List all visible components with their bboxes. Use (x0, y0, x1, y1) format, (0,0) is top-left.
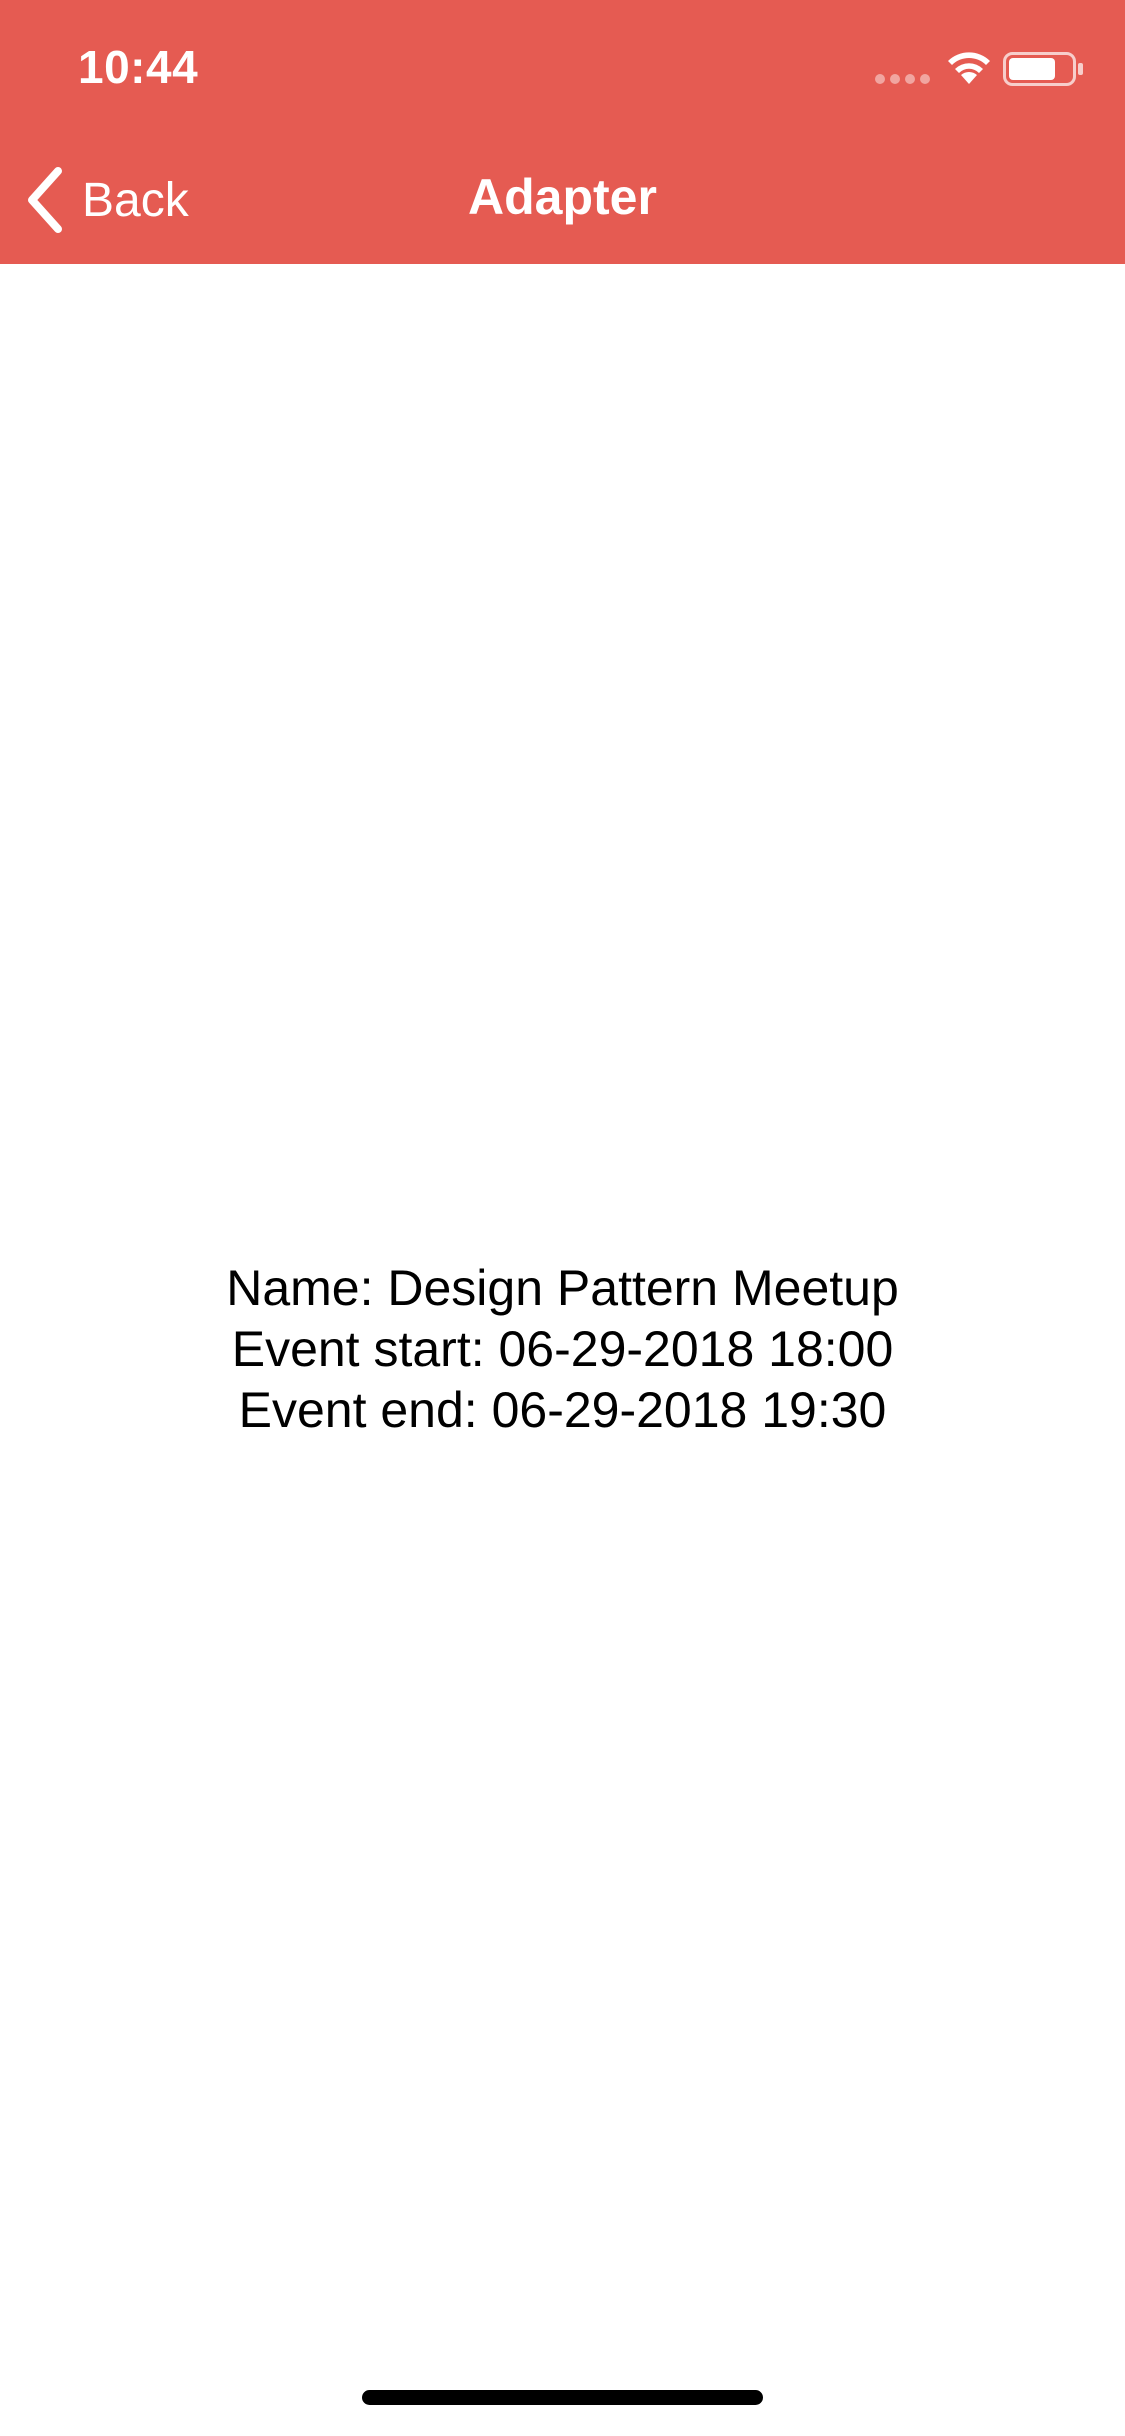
event-end: Event end: 06-29-2018 19:30 (238, 1382, 887, 1438)
wifi-icon (948, 52, 990, 84)
status-indicators (875, 48, 1085, 90)
event-details: Name: Design Pattern Meetup Event start:… (0, 1258, 1125, 1441)
status-time: 10:44 (78, 41, 199, 93)
home-indicator[interactable] (362, 2390, 763, 2405)
event-start: Event start: 06-29-2018 18:00 (231, 1321, 894, 1377)
battery-icon (1003, 52, 1083, 86)
page-title: Adapter (468, 169, 657, 225)
navigation-header: 10:44 Back Adapter (0, 0, 1125, 264)
event-name: Name: Design Pattern Meetup (226, 1260, 899, 1316)
signal-dots-icon (875, 74, 931, 84)
